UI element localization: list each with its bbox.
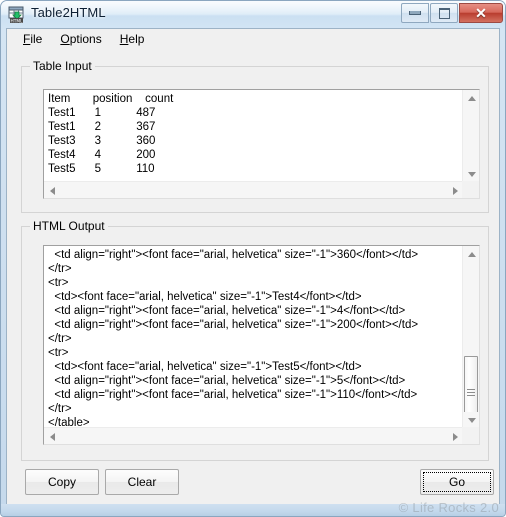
scroll-up-button[interactable] — [463, 90, 479, 107]
minimize-button[interactable] — [401, 3, 429, 23]
chevron-left-icon — [50, 432, 55, 441]
minimize-icon — [409, 11, 421, 15]
chevron-right-icon — [453, 186, 458, 195]
table-input-legend: Table Input — [30, 59, 95, 73]
chevron-up-icon — [467, 96, 476, 101]
table-input-group: Table Input Item position count Test1 1 … — [21, 59, 489, 213]
menu-options[interactable]: Options — [51, 30, 110, 48]
menu-options-label-rest: ptions — [69, 32, 102, 46]
scrollbar-corner — [462, 181, 479, 198]
svg-text:HTML: HTML — [11, 18, 24, 24]
chevron-down-icon — [467, 172, 476, 177]
scroll-left-button[interactable] — [44, 428, 61, 444]
copy-button-label: Copy — [47, 475, 76, 489]
html-output-group: HTML Output <td align="right"><font face… — [21, 219, 489, 461]
grip-icon — [467, 389, 475, 396]
menu-file[interactable]: File — [14, 30, 51, 48]
chevron-right-icon — [453, 432, 458, 441]
menu-file-label-rest: ile — [30, 32, 43, 46]
table-input-pane[interactable]: Item position count Test1 1 487 Test1 2 … — [43, 89, 480, 199]
focus-rectangle — [423, 472, 491, 492]
chevron-left-icon — [50, 186, 55, 195]
copy-button[interactable]: Copy — [25, 469, 99, 495]
maximize-button[interactable] — [430, 3, 458, 23]
scroll-left-button[interactable] — [44, 182, 61, 198]
table-input-textarea[interactable]: Item position count Test1 1 487 Test1 2 … — [44, 90, 462, 182]
html-output-horizontal-scrollbar[interactable] — [44, 427, 479, 444]
menu-help-label-rest: elp — [128, 32, 145, 46]
scrollbar-corner — [462, 427, 479, 444]
html-output-textarea[interactable]: <td align="right"><font face="arial, hel… — [44, 246, 462, 429]
scroll-up-button[interactable] — [463, 246, 479, 263]
maximize-icon — [438, 7, 450, 19]
go-button[interactable]: Go — [420, 469, 494, 495]
application-window: HTML Table2HTML ✕ File Options Help Tabl… — [0, 0, 506, 517]
table-to-html-icon: HTML — [8, 6, 26, 24]
html-output-vertical-scrollbar[interactable] — [462, 246, 479, 444]
client-area: File Options Help Table Input Item posit… — [6, 28, 500, 506]
table-input-horizontal-scrollbar[interactable] — [44, 181, 479, 198]
chevron-up-icon — [467, 252, 476, 257]
titlebar[interactable]: HTML Table2HTML ✕ — [1, 1, 505, 29]
menu-help[interactable]: Help — [111, 30, 154, 48]
close-button[interactable]: ✕ — [459, 3, 503, 23]
chevron-down-icon — [467, 418, 476, 423]
clear-button-label: Clear — [127, 475, 157, 489]
clear-button[interactable]: Clear — [105, 469, 179, 495]
close-icon: ✕ — [475, 5, 487, 21]
html-output-pane[interactable]: <td align="right"><font face="arial, hel… — [43, 245, 480, 445]
window-title: Table2HTML — [31, 5, 106, 20]
window-bottom-rim — [1, 504, 505, 516]
html-output-legend: HTML Output — [30, 219, 108, 233]
window-controls: ✕ — [400, 3, 503, 23]
menubar: File Options Help — [7, 29, 499, 49]
